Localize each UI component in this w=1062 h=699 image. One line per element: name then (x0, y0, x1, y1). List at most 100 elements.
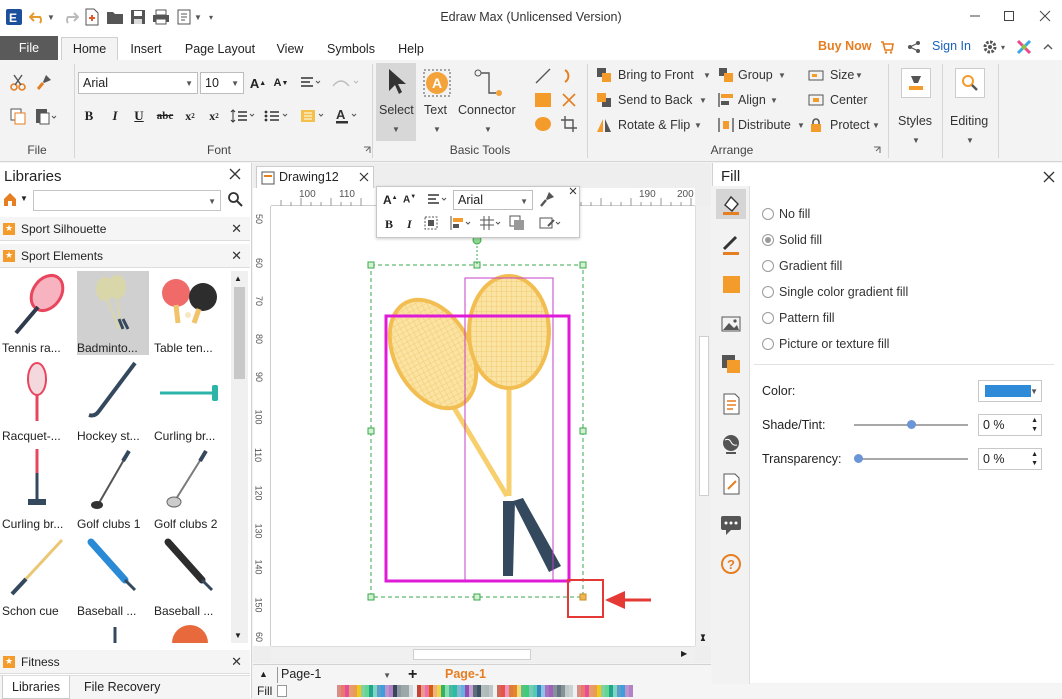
scroll-thumb[interactable] (234, 287, 245, 379)
font-size-select[interactable]: 10 ▼ (200, 72, 244, 94)
scroll-thumb[interactable] (413, 649, 531, 660)
theme-icon[interactable] (1014, 38, 1034, 56)
group-button[interactable]: Group ▼ (718, 66, 798, 84)
tab-home[interactable]: Home (61, 37, 118, 60)
shape-badminton[interactable]: Badminto... (77, 271, 149, 355)
radio-no-fill[interactable] (762, 208, 774, 220)
paste-icon[interactable] (34, 106, 58, 126)
rotate-flip-button[interactable]: Rotate & Flip ▼ (596, 116, 716, 134)
shade-tint-slider-knob[interactable] (907, 420, 916, 429)
transparency-input[interactable]: 0 % ▲ ▼ (978, 448, 1042, 470)
decrease-font-icon[interactable]: A▼ (403, 194, 416, 205)
scroll-right-icon[interactable]: ▶ (681, 649, 687, 658)
shape-style-icon[interactable] (423, 215, 441, 233)
page-list-up-icon[interactable]: ▲ (259, 669, 268, 679)
size-button[interactable]: Size ▼ (808, 66, 878, 84)
font-family-select[interactable]: Arial ▼ (78, 72, 198, 94)
search-icon[interactable] (227, 191, 245, 209)
badminton-shape-drawing[interactable] (271, 206, 695, 646)
scroll-up-icon[interactable]: ▲ (695, 630, 711, 646)
bring-to-front-button[interactable]: Bring to Front ▼ (596, 66, 716, 84)
transparency-slider-knob[interactable] (854, 454, 863, 463)
comment-icon[interactable] (716, 509, 746, 539)
increase-font-icon[interactable]: A▲ (249, 74, 267, 92)
increase-font-icon[interactable]: A▲ (383, 193, 398, 207)
subscript-icon[interactable]: x2 (180, 107, 200, 125)
text-highlight-icon[interactable] (299, 107, 329, 125)
shape-table-tennis[interactable]: Table ten... (154, 271, 226, 355)
color-picker-button[interactable]: ▼ (978, 380, 1042, 402)
tab-insert[interactable]: Insert (120, 37, 172, 60)
close-window-icon[interactable] (1030, 4, 1060, 28)
bold-icon[interactable]: B (80, 107, 98, 125)
distribute-button[interactable]: Distribute ▼ (718, 116, 808, 134)
strikethrough-icon[interactable]: abc (154, 107, 176, 125)
shape-curling-broom-2[interactable]: Curling br... (2, 447, 74, 531)
radio-single-color-gradient-fill[interactable] (762, 286, 774, 298)
add-page-icon[interactable]: + (408, 666, 417, 684)
shape-schon-cue[interactable]: Schon cue (2, 534, 74, 618)
close-fill-panel-icon[interactable] (1043, 171, 1057, 185)
collapse-ribbon-icon[interactable] (1040, 38, 1056, 56)
color-swatches[interactable] (337, 685, 635, 697)
image-icon[interactable] (716, 309, 746, 339)
text-align-icon[interactable] (298, 74, 324, 92)
bullets-icon[interactable] (263, 107, 293, 125)
text-direction-icon[interactable] (330, 74, 362, 92)
scroll-up-icon[interactable]: ▲ (234, 274, 242, 283)
close-libraries-icon[interactable] (229, 168, 245, 184)
radio-picture-texture-fill[interactable] (762, 338, 774, 350)
shade-tint-slider[interactable] (854, 420, 968, 429)
cart-icon[interactable] (878, 38, 896, 56)
edit-document-icon[interactable] (716, 469, 746, 499)
crop-tool-icon[interactable] (559, 114, 579, 134)
radio-gradient-fill[interactable] (762, 260, 774, 272)
shape-curling-broom[interactable]: Curling br... (154, 359, 226, 443)
styles-button[interactable]: Styles ▼ (894, 66, 938, 146)
close-section-icon[interactable]: ✕ (231, 654, 242, 670)
text-tool-button[interactable]: A Text ▼ (420, 63, 454, 141)
underline-icon[interactable]: U (130, 107, 148, 125)
spin-arrows-icon[interactable]: ▲ ▼ (1031, 450, 1038, 468)
page-tab-active[interactable]: Page-1 (445, 667, 486, 681)
protect-button[interactable]: Protect ▼ (808, 116, 888, 134)
send-to-back-button[interactable]: Send to Back ▼ (596, 91, 716, 109)
shape-golf-clubs-1[interactable]: Golf clubs 1 (77, 447, 149, 531)
minimize-icon[interactable] (960, 4, 990, 28)
file-menu-button[interactable]: File (0, 36, 58, 60)
sign-in-link[interactable]: Sign In (932, 39, 971, 53)
close-document-icon[interactable] (359, 172, 371, 184)
bold-icon[interactable]: B (385, 217, 393, 232)
cut-icon[interactable] (8, 72, 28, 92)
scroll-down-icon[interactable]: ▼ (234, 631, 242, 640)
arrange-dialog-launcher-icon[interactable] (872, 145, 882, 155)
close-mini-toolbar-icon[interactable] (569, 187, 579, 197)
shape-baseball-bat-2[interactable]: Baseball ... (154, 534, 226, 618)
buy-now-link[interactable]: Buy Now (818, 39, 871, 53)
transparency-slider[interactable] (854, 454, 968, 463)
library-section-sport-elements[interactable]: ★ Sport Elements ✕ (0, 244, 250, 268)
tab-symbols[interactable]: Symbols (318, 37, 384, 60)
align-button[interactable]: Align ▼ (718, 91, 798, 109)
library-section-sport-silhouette[interactable]: ★ Sport Silhouette ✕ (0, 217, 250, 241)
select-tool-button[interactable]: Select ▼ (376, 63, 416, 141)
shape-fill-icon[interactable] (716, 269, 746, 299)
page-selector[interactable]: Page-1 ▼ (277, 667, 397, 683)
canvas-vertical-scrollbar[interactable]: ▼ (695, 206, 711, 646)
italic-icon[interactable]: I (407, 217, 412, 232)
fill-tab-icon[interactable] (716, 189, 746, 219)
format-painter-icon[interactable] (34, 72, 54, 92)
center-button[interactable]: Center (808, 91, 878, 109)
close-section-icon[interactable]: ✕ (231, 221, 242, 237)
shape-racquet[interactable]: Racquet-... (2, 359, 74, 443)
rectangle-tool-icon[interactable] (533, 90, 553, 110)
format-painter-icon[interactable] (539, 191, 557, 209)
radio-pattern-fill[interactable] (762, 312, 774, 324)
radio-solid-fill[interactable] (762, 234, 774, 246)
close-shape-tool-icon[interactable] (559, 90, 579, 110)
shape-tennis-racket[interactable]: Tennis ra... (2, 271, 74, 355)
line-style-icon[interactable] (716, 229, 746, 259)
close-section-icon[interactable]: ✕ (231, 248, 242, 264)
copy-icon[interactable] (8, 106, 28, 126)
connector-tool-button[interactable]: Connector ▼ (456, 63, 520, 141)
